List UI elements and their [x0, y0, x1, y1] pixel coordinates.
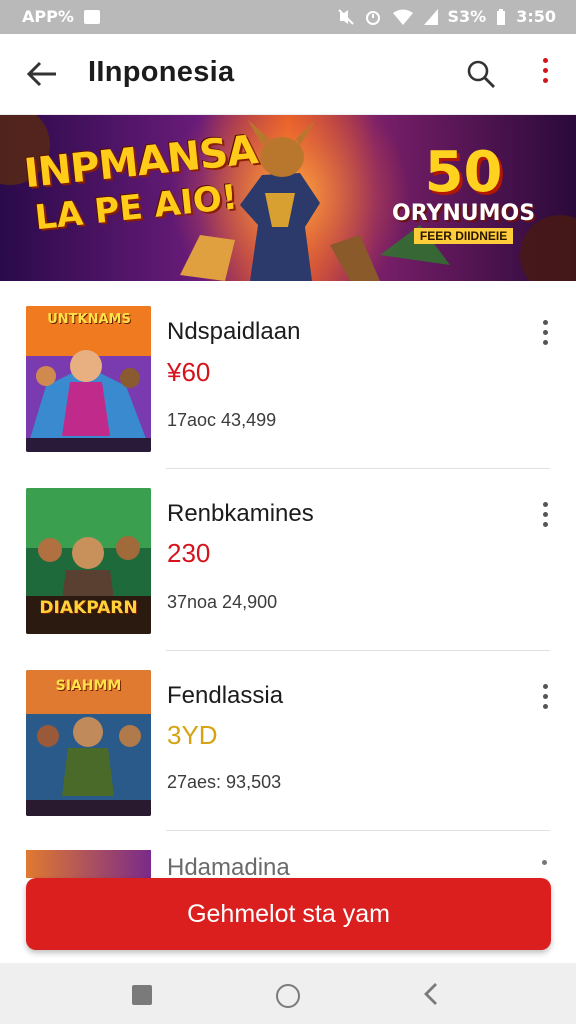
alarm-icon	[365, 10, 380, 25]
product-title: Renbkamines	[167, 500, 314, 527]
divider	[166, 830, 550, 831]
arrow-left-icon[interactable]	[22, 54, 62, 94]
recents-square-icon[interactable]	[132, 985, 152, 1005]
status-left: APP%	[22, 7, 100, 26]
product-thumbnail[interactable]: SIAHMM	[26, 670, 151, 816]
chat-icon	[83, 9, 100, 24]
dot	[542, 68, 548, 73]
product-price: 3YD	[167, 720, 218, 750]
thumbnail-label: SIAHMM	[55, 678, 122, 694]
item-more-icon[interactable]	[537, 502, 553, 532]
product-title: Ndspaidlaan	[167, 318, 301, 345]
item-more-icon[interactable]	[537, 320, 553, 350]
product-title: Fendlassia	[167, 682, 284, 709]
banner-offer: 50 ORYNUMOS FEER DIIDNEIE	[392, 145, 535, 245]
product-meta: 37noa 24,900	[167, 592, 278, 612]
status-bar: APP% S3% 3:50	[0, 0, 576, 34]
promo-banner[interactable]: INPMANSA LA PE AIO! 50 ORYNUMOS FEER DII…	[0, 115, 576, 281]
banner-offer-number: 50	[424, 140, 503, 205]
battery-percent: S3%	[447, 7, 487, 26]
mute-icon	[337, 8, 354, 25]
app-bar: IInponesia	[0, 34, 576, 115]
wifi-icon	[392, 9, 413, 25]
clock: 3:50	[516, 7, 556, 26]
status-right: S3% 3:50	[337, 7, 556, 26]
product-thumbnail[interactable]: DIAKPARN	[26, 488, 151, 634]
signal-icon	[423, 8, 438, 25]
thumbnail-label: DIAKPARN	[39, 598, 138, 618]
banner-offer-title: ORYNUMOS	[392, 201, 536, 226]
battery-icon	[497, 8, 506, 25]
item-more-icon[interactable]	[537, 684, 553, 714]
search-icon[interactable]	[466, 59, 496, 89]
primary-action-label: Gehmelot sta yam	[187, 900, 390, 928]
list-item[interactable]: DIAKPARN Renbkamines 230 37noa 24,900	[0, 468, 576, 651]
page-title: IInponesia	[88, 56, 235, 88]
banner-offer-subtitle: FEER DIIDNEIE	[413, 228, 514, 244]
thumbnail-label: UNTKNAMS	[47, 312, 131, 327]
product-thumbnail[interactable]: UNTKNAMS	[26, 306, 151, 452]
item-more-icon[interactable]	[542, 860, 547, 865]
product-title: Hdamadina	[167, 854, 290, 878]
back-triangle-icon[interactable]	[420, 981, 444, 1007]
more-vertical-icon[interactable]	[535, 58, 555, 92]
list-item[interactable]: SIAHMM Fendlassia 3YD 27aes: 93,503	[0, 650, 576, 832]
list-item[interactable]: UNTKNAMS Ndspaidlaan ¥60 17aoc 43,499	[0, 282, 576, 469]
product-meta: 27aes: 93,503	[167, 772, 282, 792]
product-price: 230	[167, 538, 211, 568]
product-thumbnail[interactable]	[26, 850, 151, 878]
dot	[542, 78, 548, 83]
product-price: ¥60	[167, 357, 211, 387]
primary-action-button[interactable]: Gehmelot sta yam	[26, 878, 551, 950]
system-nav-bar	[0, 963, 576, 1024]
status-left-text: APP%	[22, 7, 74, 26]
list-item-partial[interactable]: Hdamadina	[0, 846, 576, 878]
home-circle-icon[interactable]	[276, 984, 300, 1008]
dot	[542, 58, 548, 63]
thumbnail-art	[26, 306, 151, 452]
product-meta: 17aoc 43,499	[167, 410, 277, 430]
